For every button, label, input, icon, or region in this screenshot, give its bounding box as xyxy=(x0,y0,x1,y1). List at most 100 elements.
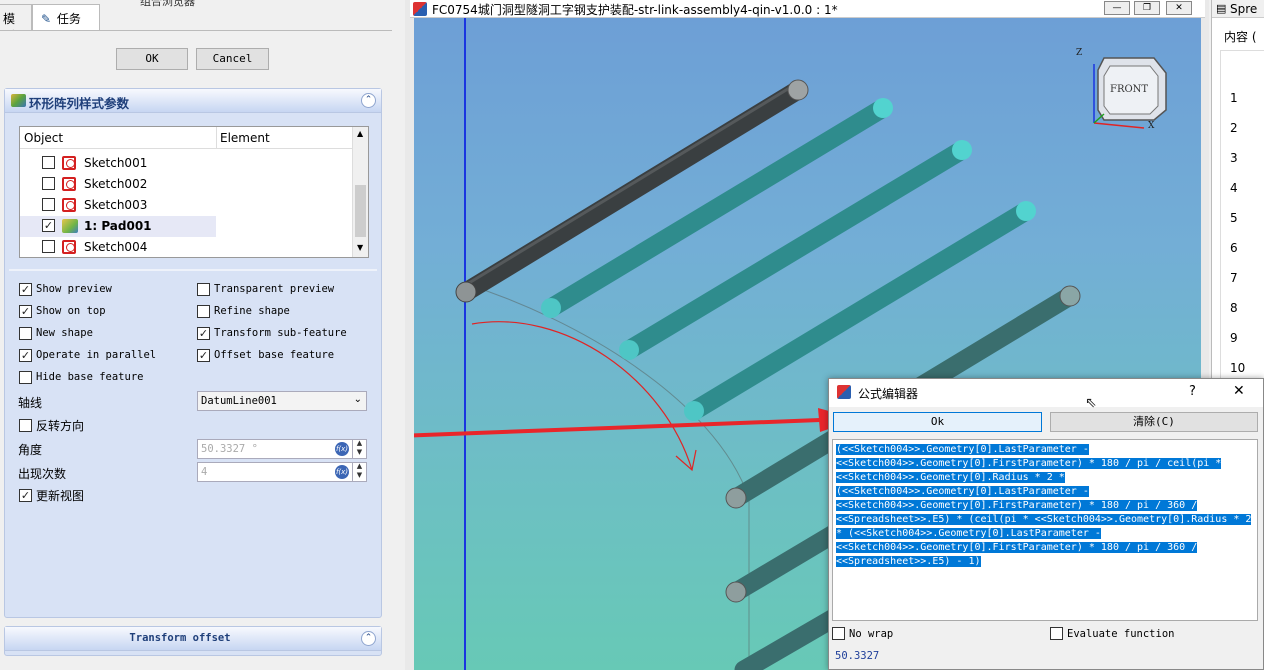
evaluate-function-label: Evaluate function xyxy=(1067,628,1175,640)
item-label: Sketch003 xyxy=(84,198,148,212)
collapse-icon[interactable]: ⌃ xyxy=(361,631,376,646)
expression-textarea[interactable]: (<<Sketch004>>.Geometry[0].LastParameter… xyxy=(832,439,1258,621)
restore-icon[interactable]: ❐ xyxy=(1134,1,1160,15)
no-wrap-label: No wrap xyxy=(849,628,894,640)
divider xyxy=(9,269,377,271)
collapse-icon[interactable]: ⌃ xyxy=(361,93,376,108)
option-offset-base-feature-checkbox[interactable]: ✓ xyxy=(197,349,210,362)
item-checkbox[interactable] xyxy=(42,177,55,190)
tab-tasks[interactable]: ✎ 任务 xyxy=(32,4,100,30)
list-scrollbar[interactable]: ▲ ▼ xyxy=(352,127,368,257)
clear-button[interactable]: 清除(C) xyxy=(1050,412,1258,432)
angle-spinner[interactable]: ▲ ▼ xyxy=(352,439,366,459)
option-new-shape-checkbox[interactable] xyxy=(19,327,32,340)
close-icon[interactable]: ✕ xyxy=(1166,1,1192,15)
option-transparent-preview-checkbox[interactable] xyxy=(197,283,210,296)
option-operate-in-parallel-checkbox[interactable]: ✓ xyxy=(19,349,32,362)
occurrences-label: 出现次数 xyxy=(18,467,67,481)
row-number[interactable]: 7 xyxy=(1230,271,1238,285)
spreadsheet-icon: ▤ xyxy=(1216,2,1227,15)
expression-fx-icon[interactable]: f(x) xyxy=(335,465,349,479)
list-item[interactable]: Sketch003 xyxy=(20,195,216,216)
list-item[interactable]: Sketch004 xyxy=(20,237,216,258)
sketch-icon xyxy=(62,240,76,254)
sketch-icon xyxy=(62,177,76,191)
scroll-up-icon[interactable]: ▲ xyxy=(357,129,363,138)
panel-title: 环形阵列样式参数 xyxy=(29,96,130,111)
help-button[interactable]: ? xyxy=(1189,384,1196,399)
dialog-title: 公式编辑器 xyxy=(858,387,919,401)
expression-fx-icon[interactable]: f(x) xyxy=(335,442,349,456)
transform-offset-header[interactable]: Transform offset ⌃ xyxy=(5,627,381,651)
option-refine-shape-checkbox[interactable] xyxy=(197,305,210,318)
occurrences-value: 4 xyxy=(201,466,208,478)
row-number[interactable]: 3 xyxy=(1230,151,1238,165)
row-number[interactable]: 9 xyxy=(1230,331,1238,345)
occurrences-spinner[interactable]: ▲ ▼ xyxy=(352,462,366,482)
spreadsheet-grid xyxy=(1220,50,1264,380)
row-number[interactable]: 2 xyxy=(1230,121,1238,135)
item-checkbox[interactable] xyxy=(42,240,55,253)
option-show-preview-checkbox[interactable]: ✓ xyxy=(19,283,32,296)
axis-select-value: DatumLine001 xyxy=(201,395,277,407)
pad-icon xyxy=(62,219,78,233)
row-number[interactable]: 5 xyxy=(1230,211,1238,225)
reverse-checkbox[interactable] xyxy=(19,419,32,432)
polar-pattern-icon xyxy=(11,94,26,107)
selected-expression: (<<Sketch004>>.Geometry[0].LastParameter… xyxy=(836,444,1252,567)
tab-model[interactable]: 模型 xyxy=(0,4,32,43)
option-show-preview-label: Show preview xyxy=(36,283,112,295)
combo-view-tabs: 模型 ✎ 任务 xyxy=(0,4,404,43)
item-checkbox[interactable] xyxy=(42,156,55,169)
ok-button[interactable]: OK xyxy=(116,48,188,70)
dialog-titlebar: 公式编辑器 ? ✕ xyxy=(829,379,1263,407)
axis-select[interactable]: DatumLine001 ⌄ xyxy=(197,391,367,411)
update-view-label: 更新视图 xyxy=(36,489,85,503)
evaluate-function-checkbox[interactable] xyxy=(1050,627,1063,640)
list-header: Object Element xyxy=(20,127,352,149)
freecad-icon xyxy=(837,385,851,399)
option-show-on-top-checkbox[interactable]: ✓ xyxy=(19,305,32,318)
item-checkbox[interactable]: ✓ xyxy=(42,219,55,232)
row-number[interactable]: 10 xyxy=(1230,361,1245,375)
item-label: Sketch004 xyxy=(84,240,148,254)
transform-offset-title: Transform offset xyxy=(129,632,231,644)
feature-list[interactable]: Object Element Sketch001 Sketch002 Sketch0… xyxy=(19,126,369,258)
polar-pattern-panel-header[interactable]: 环形阵列样式参数 ⌃ xyxy=(5,89,381,113)
view-title: FC0754城门洞型隧洞工字钢支护装配-str-link-assembly4-q… xyxy=(432,3,838,17)
option-show-on-top-label: Show on top xyxy=(36,305,106,317)
row-number[interactable]: 4 xyxy=(1230,181,1238,195)
list-item[interactable]: ✓ 1: Pad001 xyxy=(20,216,216,237)
option-transform-sub-feature-checkbox[interactable]: ✓ xyxy=(197,327,210,340)
task-panel: 组合浏览器 模型 ✎ 任务 OK Cancel 环形阵列样式参数 ⌃ Objec… xyxy=(0,0,404,670)
reverse-label: 反转方向 xyxy=(36,419,85,433)
angle-input[interactable]: 50.3327 ° f(x) ▲ ▼ xyxy=(197,439,367,459)
row-number[interactable]: 8 xyxy=(1230,301,1238,315)
item-label: Sketch001 xyxy=(84,156,148,170)
list-item[interactable]: Sketch001 xyxy=(20,153,216,174)
scroll-down-icon[interactable]: ▼ xyxy=(357,243,363,252)
row-number[interactable]: 1 xyxy=(1230,91,1238,105)
cancel-button[interactable]: Cancel xyxy=(196,48,269,70)
close-icon[interactable]: ✕ xyxy=(1233,383,1245,399)
no-wrap-checkbox[interactable] xyxy=(832,627,845,640)
option-new-shape-label: New shape xyxy=(36,327,93,339)
option-transform-sub-feature-label: Transform sub-feature xyxy=(214,327,347,339)
expression-ok-button[interactable]: Ok xyxy=(833,412,1042,432)
row-number[interactable]: 6 xyxy=(1230,241,1238,255)
angle-value: 50.3327 ° xyxy=(201,443,258,455)
occurrences-input[interactable]: 4 f(x) ▲ ▼ xyxy=(197,462,367,482)
minimize-icon[interactable]: — xyxy=(1104,1,1130,15)
sketch-icon xyxy=(62,198,76,212)
update-view-checkbox[interactable]: ✓ xyxy=(19,489,32,502)
angle-label: 角度 xyxy=(18,443,43,457)
option-operate-in-parallel-label: Operate in parallel xyxy=(36,349,157,361)
option-transparent-preview-label: Transparent preview xyxy=(214,283,335,295)
pencil-icon: ✎ xyxy=(41,12,52,26)
spreadsheet-tab[interactable]: ▤ Spre xyxy=(1212,0,1264,18)
list-item[interactable]: Sketch002 xyxy=(20,174,216,195)
polar-pattern-panel: 环形阵列样式参数 ⌃ Object Element Sketch001 Sketc… xyxy=(4,88,382,618)
item-checkbox[interactable] xyxy=(42,198,55,211)
scroll-thumb[interactable] xyxy=(355,185,366,237)
option-hide-base-feature-checkbox[interactable] xyxy=(19,371,32,384)
